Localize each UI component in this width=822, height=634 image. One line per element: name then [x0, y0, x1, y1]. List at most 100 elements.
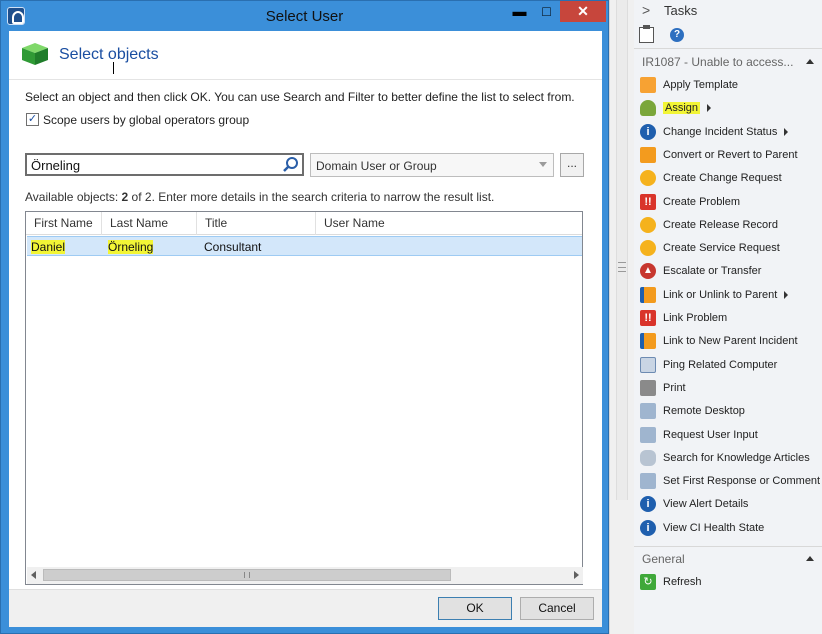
task-assign[interactable]: Assign [638, 98, 822, 118]
task-create-release-record[interactable]: Create Release Record [638, 215, 822, 235]
collapse-section-icon[interactable] [806, 556, 814, 561]
task-label: Print [663, 382, 686, 394]
task-convert-or-revert-to-parent[interactable]: Convert or Revert to Parent [638, 145, 822, 165]
task-label: Change Incident Status [663, 126, 778, 138]
task-request-user-input[interactable]: Request User Input [638, 425, 822, 445]
task-label: Apply Template [663, 79, 739, 91]
task-create-problem[interactable]: !! Create Problem [638, 192, 822, 212]
task-label: Request User Input [663, 429, 758, 441]
ok-button[interactable]: OK [438, 597, 512, 620]
object-type-dropdown[interactable]: Domain User or Group [310, 153, 554, 177]
task-label: Create Change Request [663, 172, 782, 184]
cube-icon [22, 43, 48, 65]
available-suffix: of 2. Enter more details in the search c… [131, 190, 495, 204]
task-label: Remote Desktop [663, 405, 745, 417]
column-header-title[interactable]: Title [197, 212, 316, 235]
scope-checkbox[interactable]: ✓ [26, 113, 39, 126]
dialog-body: Select objects Select an object and then… [9, 31, 602, 627]
problem-icon: !! [640, 310, 656, 326]
task-view-alert-details[interactable]: i View Alert Details [638, 494, 822, 514]
dialog-title-bar[interactable]: Select User ▬ □ ✕ [1, 1, 608, 31]
task-refresh[interactable]: ↻ Refresh [638, 572, 822, 592]
task-view-ci-health-state[interactable]: i View CI Health State [638, 518, 822, 538]
search-box [25, 153, 304, 176]
general-section-title: General [642, 552, 685, 566]
maximize-button[interactable]: □ [533, 1, 560, 22]
incident-section-title: IR1087 - Unable to access... [642, 55, 794, 69]
chain-link-icon [640, 450, 656, 466]
submenu-arrow-icon [784, 128, 788, 136]
column-header-user-name[interactable]: User Name [316, 212, 582, 235]
object-type-value: Domain User or Group [316, 159, 437, 173]
task-label: Create Service Request [663, 242, 780, 254]
task-escalate-or-transfer[interactable]: ▲ Escalate or Transfer [638, 261, 822, 281]
task-ping-related-computer[interactable]: Ping Related Computer [638, 355, 822, 375]
scrollbar-thumb[interactable] [43, 569, 451, 581]
cell-first-name: Daniel [31, 240, 66, 254]
task-label: Escalate or Transfer [663, 265, 762, 277]
cancel-button[interactable]: Cancel [520, 597, 594, 620]
text-cursor [113, 62, 115, 74]
task-label: Create Release Record [663, 219, 778, 231]
task-search-for-knowledge-articles[interactable]: Search for Knowledge Articles [638, 448, 822, 468]
clipboard-icon[interactable] [639, 25, 654, 43]
task-label: Search for Knowledge Articles [663, 452, 810, 464]
info-icon: i [640, 520, 656, 536]
available-prefix: Available objects: [25, 190, 119, 204]
column-header-last-name[interactable]: Last Name [102, 212, 197, 235]
task-label: Link to New Parent Incident [663, 335, 798, 347]
incident-section-header[interactable]: IR1087 - Unable to access... [634, 50, 822, 74]
vertical-scrollbar[interactable] [616, 0, 628, 500]
task-change-incident-status[interactable]: i Change Incident Status [638, 122, 822, 142]
close-button[interactable]: ✕ [560, 1, 606, 22]
task-create-service-request[interactable]: Create Service Request [638, 238, 822, 258]
cell-title: Consultant [204, 240, 262, 254]
task-label: Assign [663, 102, 701, 114]
browse-button[interactable]: ... [560, 153, 584, 177]
help-icon[interactable]: ? [670, 28, 684, 42]
task-set-first-response-or-comment[interactable]: Set First Response or Comment [638, 471, 822, 491]
general-section-header[interactable]: General [634, 546, 822, 570]
comment-icon [640, 473, 656, 489]
task-link-or-unlink-to-parent[interactable]: Link or Unlink to Parent [638, 285, 822, 305]
collapse-section-icon[interactable] [806, 59, 814, 64]
task-label: Convert or Revert to Parent [663, 149, 798, 161]
minimize-button[interactable]: ▬ [506, 1, 533, 22]
grip-icon [244, 572, 250, 578]
submenu-arrow-icon [707, 104, 711, 112]
tasks-toolbar: ? [634, 21, 822, 49]
task-link-to-new-parent-incident[interactable]: Link to New Parent Incident [638, 331, 822, 351]
splitter-grip-icon[interactable] [618, 262, 626, 272]
info-icon: i [640, 496, 656, 512]
tasks-header: > Tasks [634, 0, 822, 21]
scope-checkbox-label[interactable]: Scope users by global operators group [43, 113, 249, 127]
task-label: View Alert Details [663, 498, 749, 510]
remote-desktop-icon [640, 403, 656, 419]
tasks-pane: > Tasks ? IR1087 - Unable to access... A… [634, 0, 822, 634]
task-print[interactable]: Print [638, 378, 822, 398]
convert-icon [640, 147, 656, 163]
task-label: Link or Unlink to Parent [663, 289, 778, 301]
task-remote-desktop[interactable]: Remote Desktop [638, 401, 822, 421]
column-header-first-name[interactable]: First Name [26, 212, 102, 235]
task-link-problem[interactable]: !! Link Problem [638, 308, 822, 328]
task-label: Link Problem [663, 312, 728, 324]
task-create-change-request[interactable]: Create Change Request [638, 168, 822, 188]
scroll-right-icon[interactable] [574, 571, 579, 579]
pane-splitter[interactable] [609, 0, 634, 634]
task-apply-template[interactable]: Apply Template [638, 75, 822, 95]
search-input[interactable] [31, 157, 271, 173]
escalate-icon: ▲ [640, 263, 656, 279]
task-label: Set First Response or Comment [663, 475, 821, 487]
scroll-left-icon[interactable] [31, 571, 36, 579]
collapse-pane-icon[interactable]: > [642, 2, 650, 18]
page-title: Select objects [59, 46, 159, 63]
task-label: Create Problem [663, 196, 741, 208]
search-icon[interactable] [282, 156, 300, 173]
horizontal-scrollbar[interactable] [27, 567, 583, 584]
grid-header: First Name Last Name Title User Name [26, 212, 582, 235]
table-row[interactable]: Daniel Örneling Consultant [27, 236, 582, 256]
printer-icon [640, 380, 656, 396]
available-objects-text: Available objects: 2 of 2. Enter more de… [25, 190, 494, 204]
cell-last-name: Örneling [108, 240, 154, 254]
